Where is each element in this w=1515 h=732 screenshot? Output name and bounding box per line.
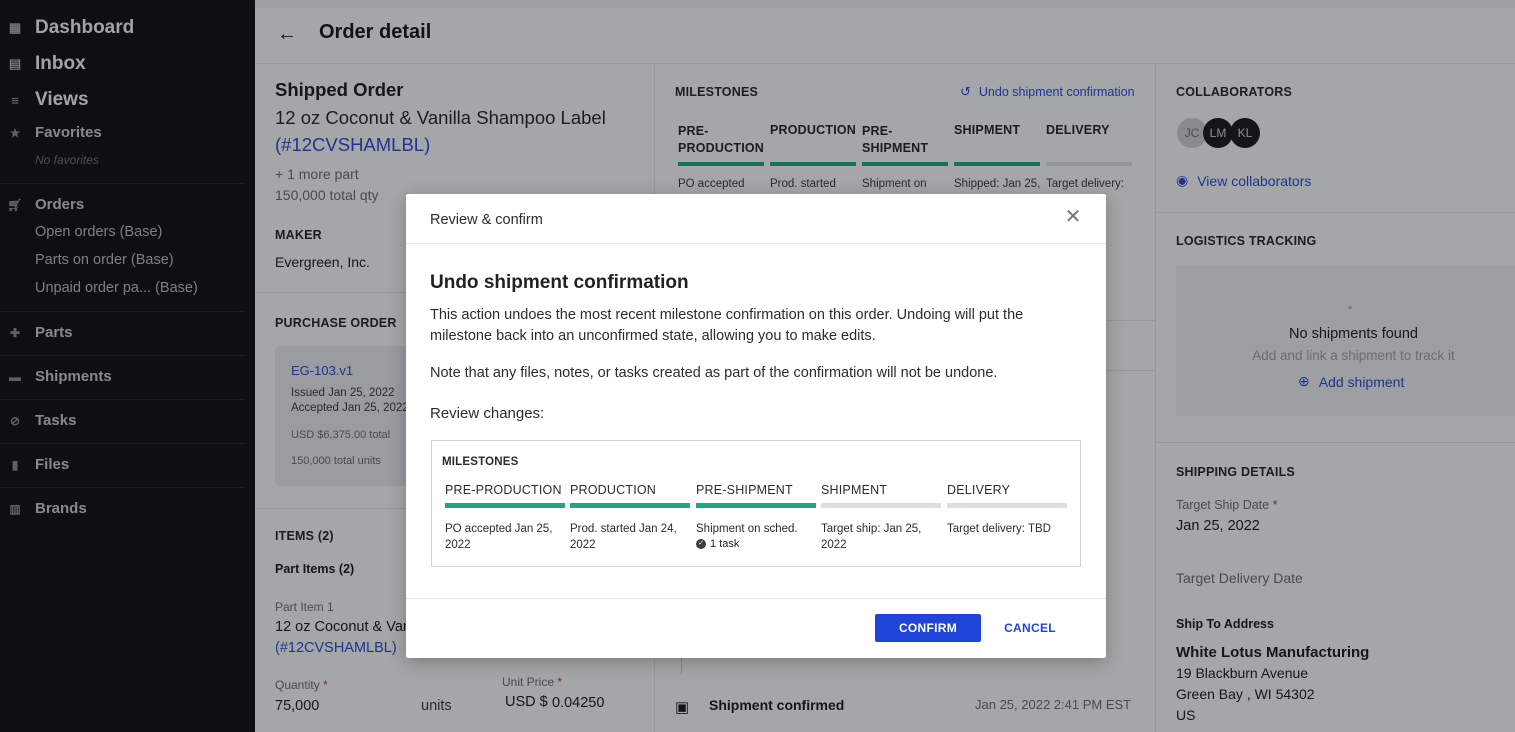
review-step-production: PRODUCTION Prod. started Jan 24, 2022	[570, 483, 690, 553]
review-confirm-dialog: Review & confirm ✕ Undo shipment confirm…	[406, 194, 1106, 658]
check-circle-icon: ✓	[696, 539, 706, 549]
review-step-bar	[821, 503, 941, 508]
dialog-header: Review & confirm ✕	[406, 194, 1106, 244]
review-step-desc: Target ship: Jan 25, 2022	[821, 523, 922, 551]
review-milestones-box: MILESTONES PRE-PRODUCTION PO accepted Ja…	[431, 440, 1081, 567]
review-step-task: ✓ 1 task	[696, 538, 816, 550]
review-step-shipment: SHIPMENT Target ship: Jan 25, 2022	[821, 483, 941, 553]
dialog-note-text: Note that any files, notes, or tasks cre…	[430, 365, 998, 381]
review-step-name: SHIPMENT	[821, 483, 888, 497]
review-step-bar	[570, 503, 690, 508]
review-step-name: PRE-SHIPMENT	[696, 483, 793, 497]
review-step-desc: PO accepted Jan 25, 2022	[445, 523, 553, 551]
close-icon[interactable]: ✕	[1064, 207, 1082, 227]
confirm-button[interactable]: CONFIRM	[875, 614, 981, 642]
review-step-bar	[696, 503, 816, 508]
dialog-title: Undo shipment confirmation	[430, 272, 689, 293]
dialog-body-text: This action undoes the most recent miles…	[430, 307, 1024, 344]
dialog-header-title: Review & confirm	[430, 212, 543, 228]
review-step-desc: Prod. started Jan 24, 2022	[570, 523, 677, 551]
review-step-desc: Shipment on sched.	[696, 523, 798, 535]
dialog-footer-divider	[406, 598, 1106, 599]
review-step-name: DELIVERY	[947, 483, 1011, 497]
review-step-desc: Target delivery: TBD	[947, 523, 1051, 535]
review-step-delivery: DELIVERY Target delivery: TBD	[947, 483, 1067, 537]
review-step-name: PRODUCTION	[570, 483, 657, 497]
review-step-task-label: 1 task	[710, 538, 740, 550]
review-milestones-label: MILESTONES	[442, 456, 519, 468]
review-step-name: PRE-PRODUCTION	[445, 483, 562, 497]
cancel-button[interactable]: CANCEL	[998, 614, 1062, 642]
review-changes-label: Review changes:	[430, 405, 545, 422]
review-step-bar	[947, 503, 1067, 508]
review-step-preproduction: PRE-PRODUCTION PO accepted Jan 25, 2022	[445, 483, 565, 553]
review-step-bar	[445, 503, 565, 508]
review-step-preshipment: PRE-SHIPMENT Shipment on sched. ✓ 1 task	[696, 483, 816, 550]
